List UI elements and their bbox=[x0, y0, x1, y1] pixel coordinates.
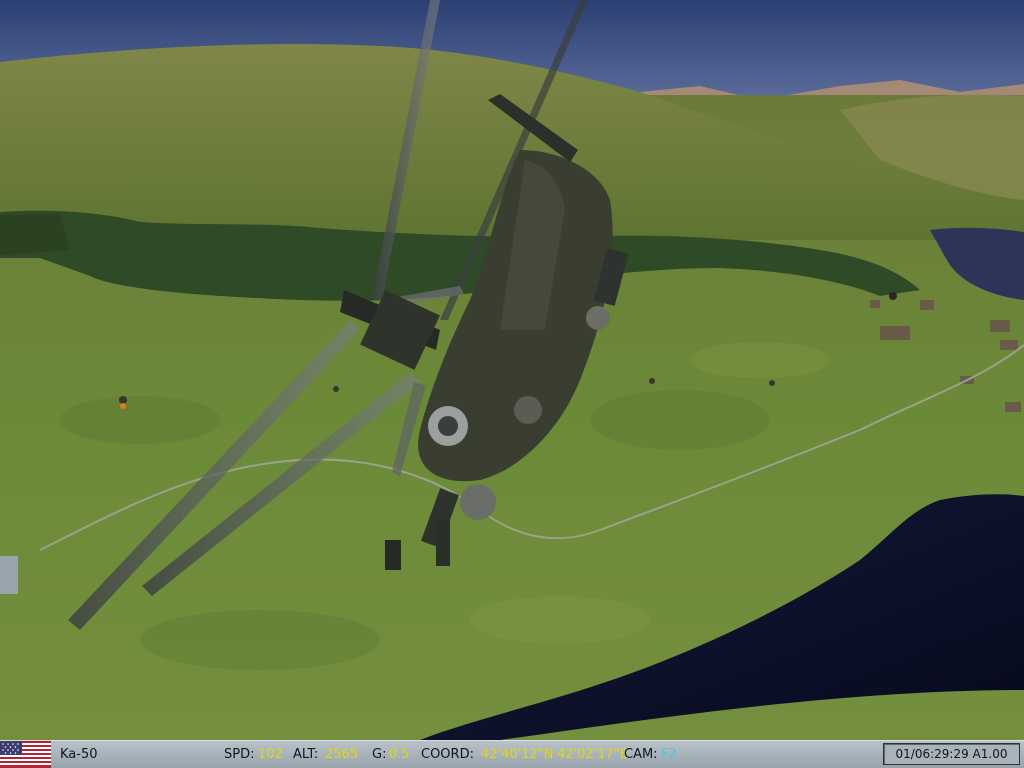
coord-label: COORD: bbox=[421, 747, 474, 762]
aircraft-name: Ka-50 bbox=[60, 747, 98, 762]
altitude-value: 2565 bbox=[325, 747, 359, 762]
camera-value: F2 bbox=[661, 747, 677, 762]
longitude-value: 42'02'17"E bbox=[557, 747, 628, 762]
mission-time: 01/06:29:29 A1.00 bbox=[883, 743, 1020, 765]
flight-sim-viewport[interactable] bbox=[0, 0, 1024, 740]
status-bar: Ka-50 SPD: 102 ALT: 2565 G: 0.5 COORD: 4… bbox=[0, 740, 1024, 768]
terrain-scene bbox=[0, 0, 1024, 740]
left-building bbox=[0, 556, 18, 594]
camera-label: CAM: bbox=[624, 747, 658, 762]
usa-flag-icon bbox=[0, 741, 51, 768]
latitude-value: 42'40'12"N bbox=[481, 747, 554, 762]
forest-left bbox=[0, 214, 70, 255]
g-value: 0.5 bbox=[389, 747, 410, 762]
speed-label: SPD: bbox=[224, 747, 255, 762]
speed-value: 102 bbox=[258, 747, 283, 762]
altitude-label: ALT: bbox=[293, 747, 319, 762]
g-label: G: bbox=[372, 747, 387, 762]
